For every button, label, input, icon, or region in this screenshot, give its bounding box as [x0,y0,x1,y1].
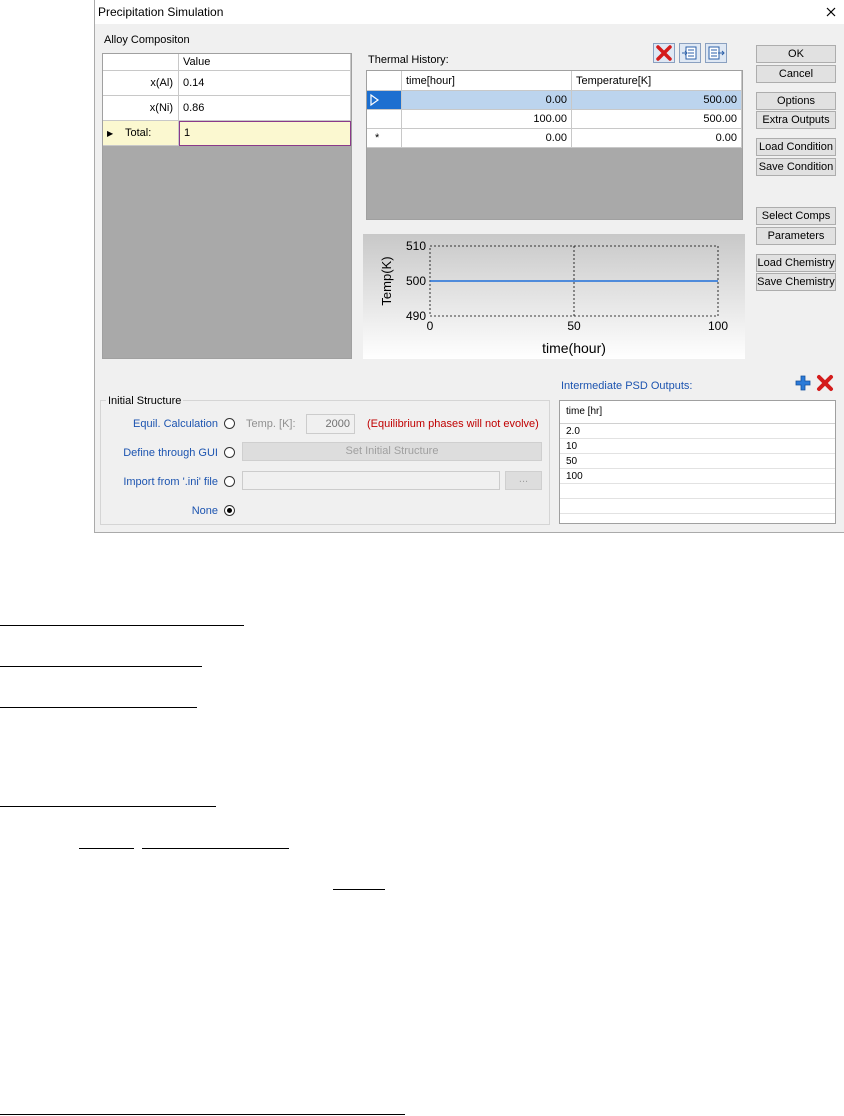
x-tick-label: 50 [567,319,581,333]
underline-fragment [79,848,134,849]
psd-list-item[interactable]: 2.0 [560,424,835,439]
psd-outputs-label: Intermediate PSD Outputs: [561,380,693,392]
set-initial-structure-button[interactable]: Set Initial Structure [242,442,542,461]
underline-fragment [333,889,385,890]
select-comps-button[interactable]: Select Comps [756,207,836,225]
underline-fragment [0,707,197,708]
grid-corner [367,71,402,91]
none-label: None [191,505,218,517]
temperature-cell[interactable]: 500.00 [572,110,742,129]
equilibrium-warning: (Equilibrium phases will not evolve) [367,418,539,430]
y-tick-label: 500 [406,274,426,288]
psd-list-item[interactable]: 50 [560,454,835,469]
psd-list-header: time [hr] [560,401,835,424]
component-label-ni: x(Ni) [103,96,179,121]
close-icon[interactable] [821,2,841,22]
row-selector[interactable] [367,91,402,110]
define-through-gui-label: Define through GUI [123,447,218,459]
alloy-composition-label: Alloy Compositon [104,34,190,46]
time-cell[interactable]: 100.00 [402,110,572,129]
psd-output-list: time [hr] 2.0 10 50 100 [559,400,836,524]
define-through-gui-radio[interactable] [224,447,235,458]
current-row-marker: ▶ [107,129,114,138]
precipitation-simulation-dialog: Precipitation Simulation Alloy Composito… [94,0,844,533]
underline-fragment [0,806,216,807]
thermal-history-grid: time[hour] Temperature[K] 0.00 500.00 10… [366,70,743,220]
total-value-cell: 1 [179,121,351,146]
import-table-icon[interactable] [679,43,701,63]
y-tick-label: 490 [406,309,426,323]
psd-list-item[interactable]: 100 [560,469,835,484]
delete-rows-icon[interactable] [653,43,675,63]
alloy-composition-grid: Value x(Al) 0.14 x(Ni) 0.86 ▶ Total: 1 [102,53,352,359]
plus-icon[interactable] [794,374,812,392]
cancel-button[interactable]: Cancel [756,65,836,83]
equil-calculation-label: Equil. Calculation [133,418,218,430]
composition-cell-ni[interactable]: 0.86 [179,96,351,121]
thermal-history-label: Thermal History: [368,54,449,66]
temperature-cell[interactable]: 500.00 [572,91,742,110]
underline-fragment [0,625,244,626]
save-condition-button[interactable]: Save Condition [756,158,836,176]
save-chemistry-button[interactable]: Save Chemistry [756,273,836,291]
delete-icon[interactable] [816,374,834,392]
row-selector[interactable] [367,110,402,129]
x-axis-label: time(hour) [542,340,606,356]
ini-file-path-input[interactable] [242,471,500,490]
title-bar: Precipitation Simulation [95,0,844,24]
time-cell[interactable]: 0.00 [402,91,572,110]
psd-list-empty-row [560,499,835,514]
load-condition-button[interactable]: Load Condition [756,138,836,156]
underline-fragment [0,1114,405,1115]
initial-structure-label: Initial Structure [106,395,184,407]
none-radio[interactable] [224,505,235,516]
time-column-header: time[hour] [402,71,572,91]
x-tick-label: 0 [427,319,434,333]
extra-outputs-button[interactable]: Extra Outputs [756,111,836,129]
underline-fragment [0,666,202,667]
export-table-icon[interactable] [705,43,727,63]
composition-cell-al[interactable]: 0.14 [179,71,351,96]
time-cell-new[interactable]: 0.00 [402,129,572,148]
temp-label: Temp. [K]: [246,418,296,430]
total-row-header: ▶ Total: [103,121,179,146]
value-column-header: Value [179,54,351,71]
browse-ini-button[interactable]: ... [505,471,542,490]
load-chemistry-button[interactable]: Load Chemistry [756,254,836,272]
options-button[interactable]: Options [756,92,836,110]
psd-list-empty-row [560,484,835,499]
total-label: Total: [125,127,152,139]
temperature-input[interactable]: 2000 [306,414,355,434]
equil-calculation-radio[interactable] [224,418,235,429]
ok-button[interactable]: OK [756,45,836,63]
new-row-marker[interactable]: * [367,129,402,148]
thermal-profile-chart: 0 50 100 510 500 490 time(hour) Temp(K) [363,234,745,359]
import-ini-label: Import from '.ini' file [123,476,218,488]
dialog-title: Precipitation Simulation [98,5,224,19]
temperature-cell-new[interactable]: 0.00 [572,129,742,148]
current-row-arrow-icon [370,93,380,107]
y-axis-label: Temp(K) [379,256,394,305]
y-tick-label: 510 [406,239,426,253]
x-tick-label: 100 [708,319,728,333]
import-ini-radio[interactable] [224,476,235,487]
psd-list-item[interactable]: 10 [560,439,835,454]
parameters-button[interactable]: Parameters [756,227,836,245]
temperature-column-header: Temperature[K] [572,71,742,91]
component-label-al: x(Al) [103,71,179,96]
grid-corner [103,54,179,71]
underline-fragment [142,848,289,849]
